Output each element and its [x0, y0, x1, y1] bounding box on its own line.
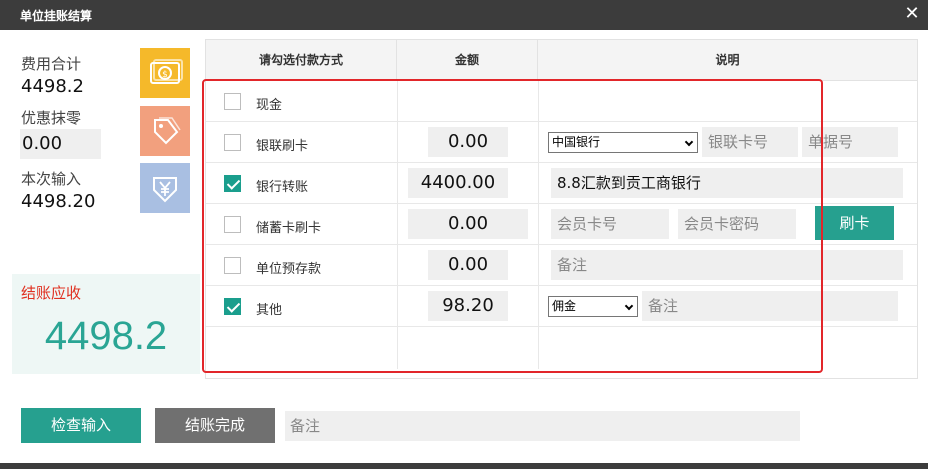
header-note: 说明 [715, 53, 740, 67]
bottom-bar [0, 463, 928, 469]
amount-due-panel: 结账应收 4498.2 [12, 274, 200, 374]
header-amount: 金额 [397, 40, 538, 81]
swipe-card-button[interactable]: 刷卡 [815, 206, 894, 240]
discount-label: 优惠抹零 [21, 109, 82, 127]
close-icon[interactable]: ✕ [902, 4, 922, 24]
title-bar: 单位挂账结算 ✕ [0, 0, 928, 30]
table-header: 请勾选付款方式 金额 说明 [206, 40, 917, 81]
total-value: 4498.2 [21, 76, 84, 97]
remarks-input[interactable]: 备注 [285, 411, 800, 441]
svg-text:$: $ [162, 70, 168, 80]
header-method: 请勾选付款方式 [206, 40, 397, 81]
money-icon: $ [140, 48, 190, 98]
input-label: 本次输入 [21, 170, 82, 188]
window-title: 单位挂账结算 [20, 9, 93, 23]
yuan-download-icon [140, 163, 190, 213]
amount-due-label: 结账应收 [21, 284, 82, 302]
input-value: 4498.20 [21, 191, 96, 212]
discount-input[interactable]: 0.00 [20, 129, 101, 159]
total-label: 费用合计 [21, 55, 82, 73]
amount-due-value: 4498.2 [44, 314, 168, 358]
tag-icon [140, 106, 190, 156]
finish-checkout-button[interactable]: 结账完成 [155, 408, 275, 443]
check-input-button[interactable]: 检查输入 [21, 408, 141, 443]
highlight-frame [202, 79, 823, 373]
